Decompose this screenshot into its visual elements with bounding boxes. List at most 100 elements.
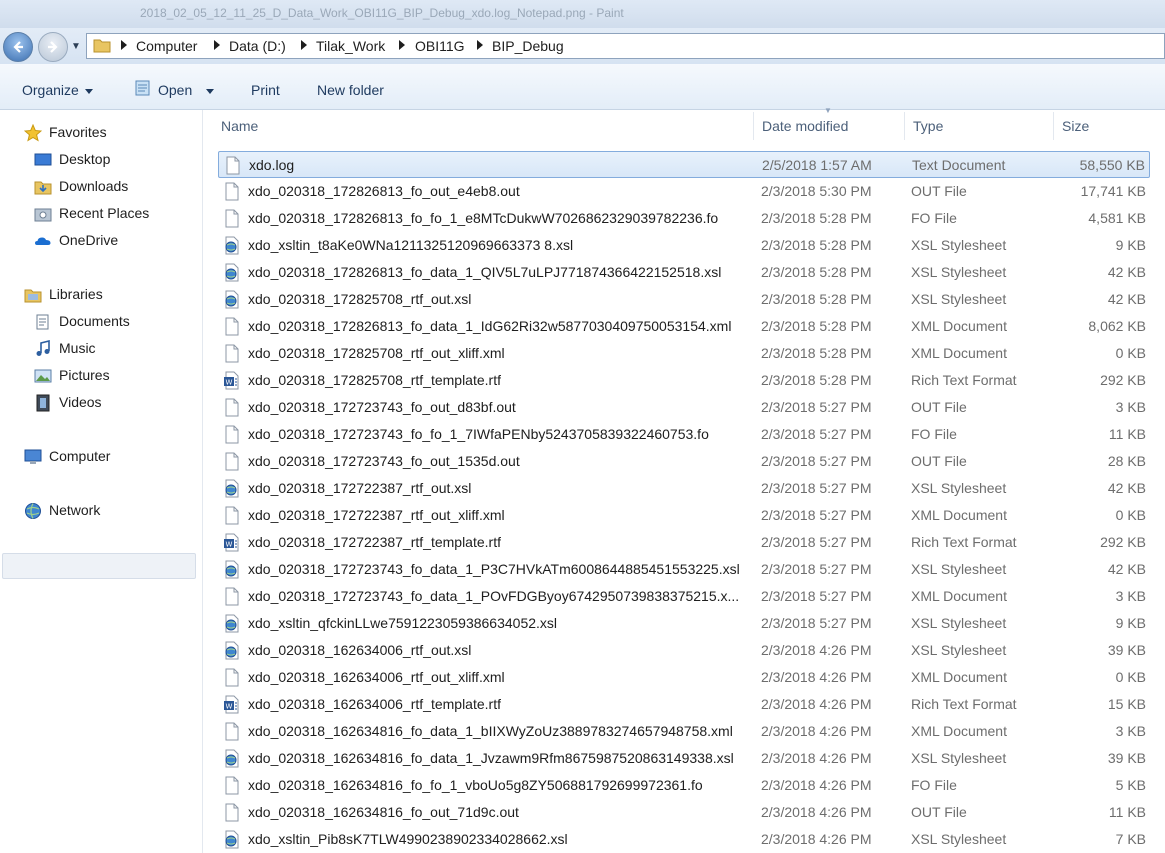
file-name: xdo_020318_172722387_rtf_out_xliff.xml — [248, 507, 505, 523]
file-date-modified: 2/3/2018 4:26 PM — [761, 777, 872, 793]
file-row[interactable]: xdo_xsltin_Pib8sK7TLW4990238902334028662… — [218, 826, 1150, 853]
file-date-modified: 2/3/2018 4:26 PM — [761, 669, 872, 685]
xsl-stylesheet-icon — [223, 749, 241, 768]
file-size: 39 KB — [1107, 642, 1146, 658]
column-divider[interactable] — [904, 112, 905, 140]
print-button[interactable]: Print — [251, 82, 280, 98]
file-size: 17,741 KB — [1080, 183, 1146, 199]
column-divider[interactable] — [753, 112, 754, 140]
svg-text:W: W — [226, 541, 233, 549]
videos-film-icon — [36, 394, 50, 412]
file-size: 9 KB — [1115, 615, 1146, 631]
column-type[interactable]: Type — [913, 118, 943, 134]
folder-icon — [93, 39, 111, 53]
breadcrumb-separator-icon[interactable] — [301, 40, 307, 50]
file-type: XSL Stylesheet — [911, 264, 1007, 280]
column-name[interactable]: Name — [221, 118, 258, 134]
column-date-modified[interactable]: Date modified — [762, 118, 848, 134]
file-row[interactable]: xdo.log 2/5/2018 1:57 AM Text Document 58,5… — [218, 151, 1150, 178]
back-button[interactable] — [3, 32, 33, 62]
open-label: Open — [158, 82, 193, 98]
notepad-app-icon — [135, 80, 150, 96]
organize-menu[interactable]: Organize — [22, 82, 93, 98]
file-date-modified: 2/3/2018 5:30 PM — [761, 183, 872, 199]
forward-arrow-icon — [48, 41, 58, 53]
navigation-pane: Favorites Desktop Downloads Recent Place… — [0, 110, 203, 853]
column-size[interactable]: Size — [1062, 118, 1089, 134]
file-size: 8,062 KB — [1088, 318, 1146, 334]
recent-pages-dropdown-icon[interactable]: ▼ — [71, 41, 81, 52]
file-row[interactable]: xdo_020318_172826813_fo_fo_1_e8MTcDukwW7… — [218, 205, 1150, 232]
file-size: 0 KB — [1115, 345, 1146, 361]
file-type: OUT File — [911, 183, 967, 199]
file-row[interactable]: xdo_xsltin_t8aKe0WNa1211325120969663373 … — [218, 232, 1150, 259]
file-row[interactable]: xdo_xsltin_qfckinLLwe7591223059386634052… — [218, 610, 1150, 637]
file-row[interactable]: xdo_020318_162634816_fo_out_71d9c.out 2/3… — [218, 799, 1150, 826]
file-row[interactable]: xdo_020318_172722387_rtf_out.xsl 2/3/2018… — [218, 475, 1150, 502]
file-row[interactable]: Wxdo_020318_162634006_rtf_template.rtf 2/… — [218, 691, 1150, 718]
file-size: 11 KB — [1108, 426, 1146, 442]
file-row[interactable]: xdo_020318_172826813_fo_data_1_QIV5L7uLP… — [218, 259, 1150, 286]
column-divider[interactable] — [1053, 112, 1054, 140]
file-date-modified: 2/3/2018 4:26 PM — [761, 642, 872, 658]
file-row[interactable]: xdo_020318_172826813_fo_data_1_IdG62Ri32… — [218, 313, 1150, 340]
file-row[interactable]: Wxdo_020318_172722387_rtf_template.rtf 2/… — [218, 529, 1150, 556]
file-row[interactable]: xdo_020318_172826813_fo_out_e4eb8.out 2/3… — [218, 178, 1150, 205]
svg-text:W: W — [226, 703, 233, 711]
command-toolbar: Organize Open Print New folder — [0, 64, 1165, 110]
file-row[interactable]: xdo_020318_172723743_fo_data_1_P3C7HVkAT… — [218, 556, 1150, 583]
file-name: xdo_020318_162634816_fo_data_1_bIIXWyZoU… — [248, 723, 733, 739]
file-row[interactable]: xdo_020318_172723743_fo_fo_1_7IWfaPENby5… — [218, 421, 1150, 448]
file-size: 5 KB — [1115, 777, 1146, 793]
file-row[interactable]: xdo_020318_172722387_rtf_out_xliff.xml 2/… — [218, 502, 1150, 529]
xsl-stylesheet-icon — [223, 614, 241, 633]
file-name: xdo_020318_172825708_rtf_out.xsl — [248, 291, 472, 307]
new-folder-button[interactable]: New folder — [317, 82, 384, 98]
file-row[interactable]: xdo_020318_172723743_fo_out_1535d.out 2/3… — [218, 448, 1150, 475]
open-button[interactable]: Open — [158, 82, 215, 98]
breadcrumb-separator-icon[interactable] — [121, 40, 127, 50]
file-date-modified: 2/3/2018 5:28 PM — [761, 291, 872, 307]
file-name: xdo_xsltin_t8aKe0WNa1211325120969663373 … — [248, 237, 574, 253]
file-row[interactable]: xdo_020318_162634816_fo_data_1_Jvzawm9Rf… — [218, 745, 1150, 772]
text-file-icon — [223, 398, 241, 417]
nav-recent-places-label: Recent Places — [59, 205, 150, 221]
file-row[interactable]: Wxdo_020318_172825708_rtf_template.rtf 2/… — [218, 367, 1150, 394]
file-row[interactable]: xdo_020318_172723743_fo_data_1_POvFDGByo… — [218, 583, 1150, 610]
forward-button[interactable] — [38, 32, 68, 62]
file-row[interactable]: xdo_020318_162634006_rtf_out.xsl 2/3/2018… — [218, 637, 1150, 664]
breadcrumb-separator-icon[interactable] — [214, 40, 220, 50]
breadcrumb-data-drive[interactable]: Data (D:) — [229, 38, 286, 54]
text-file-icon — [223, 344, 241, 363]
file-size: 15 KB — [1107, 696, 1146, 712]
file-row[interactable]: xdo_020318_172723743_fo_out_d83bf.out 2/3… — [218, 394, 1150, 421]
text-file-icon — [223, 803, 241, 822]
file-name: xdo_020318_172826813_fo_out_e4eb8.out — [248, 183, 520, 199]
nav-videos-label: Videos — [59, 394, 102, 410]
breadcrumb-obi11g[interactable]: OBI11G — [415, 38, 465, 54]
breadcrumb-separator-icon[interactable] — [477, 40, 483, 50]
breadcrumb-tilak-work[interactable]: Tilak_Work — [316, 38, 385, 54]
file-row[interactable]: xdo_020318_172825708_rtf_out.xsl 2/3/2018… — [218, 286, 1150, 313]
breadcrumb-separator-icon[interactable] — [399, 40, 405, 50]
libraries-icon — [24, 289, 42, 303]
address-bar[interactable]: Computer Data (D:) Tilak_Work OBI11G BIP… — [86, 33, 1165, 59]
file-size: 292 KB — [1100, 372, 1146, 388]
nav-documents-label: Documents — [59, 313, 130, 329]
breadcrumb-computer[interactable]: Computer — [136, 38, 197, 54]
file-type: XML Document — [911, 345, 1007, 361]
file-size: 3 KB — [1115, 399, 1146, 415]
xsl-stylesheet-icon — [223, 236, 241, 255]
text-file-icon — [223, 668, 241, 687]
file-row[interactable]: xdo_020318_162634816_fo_data_1_bIIXWyZoU… — [218, 718, 1150, 745]
text-file-icon — [223, 317, 241, 336]
file-name: xdo_020318_172825708_rtf_out_xliff.xml — [248, 345, 505, 361]
file-type: XML Document — [911, 588, 1007, 604]
file-row[interactable]: xdo_020318_172825708_rtf_out_xliff.xml 2/… — [218, 340, 1150, 367]
file-name: xdo_xsltin_Pib8sK7TLW4990238902334028662… — [248, 831, 568, 847]
file-type: Rich Text Format — [911, 696, 1017, 712]
breadcrumb-bip-debug[interactable]: BIP_Debug — [492, 38, 564, 54]
file-name: xdo_020318_172722387_rtf_out.xsl — [248, 480, 472, 496]
file-row[interactable]: xdo_020318_162634006_rtf_out_xliff.xml 2/… — [218, 664, 1150, 691]
file-row[interactable]: xdo_020318_162634816_fo_fo_1_vboUo5g8ZY5… — [218, 772, 1150, 799]
